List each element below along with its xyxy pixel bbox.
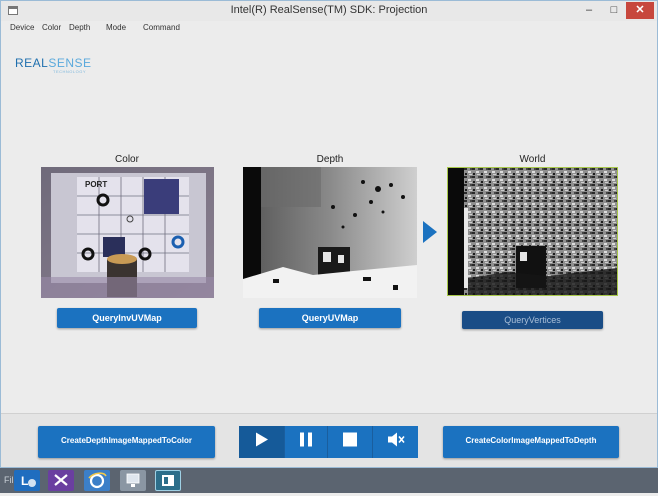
svg-text:L: L — [21, 474, 28, 488]
stop-button[interactable] — [328, 426, 372, 458]
playback-controls — [239, 426, 418, 458]
port-text: PORT — [85, 180, 107, 189]
menu-mode[interactable]: Mode — [106, 23, 126, 32]
network-icon[interactable] — [120, 470, 146, 491]
mute-icon — [387, 432, 405, 452]
logo-subtitle: TECHNOLOGY — [53, 69, 87, 74]
world-image — [447, 167, 618, 296]
realsense-logo: REALSENSE — [15, 56, 92, 70]
taskbar-label: Fil — [4, 475, 14, 485]
menu-bar: Device Color Depth Mode Command — [1, 21, 657, 35]
pause-icon — [299, 432, 313, 452]
create-color-mapped-to-depth-button[interactable]: CreateColorImageMappedToDepth — [443, 426, 619, 458]
menu-depth[interactable]: Depth — [69, 23, 90, 32]
play-icon — [255, 432, 269, 453]
depth-label: Depth — [316, 154, 344, 165]
depth-image — [243, 167, 417, 298]
mute-button[interactable] — [373, 426, 418, 458]
arrow-right-icon — [423, 221, 437, 243]
visual-studio-icon[interactable] — [48, 470, 74, 491]
internet-explorer-icon[interactable] — [84, 470, 110, 491]
query-vertices-button[interactable]: QueryVertices — [462, 311, 603, 329]
menu-command[interactable]: Command — [143, 23, 180, 32]
menu-device[interactable]: Device — [10, 23, 34, 32]
color-label: Color — [115, 154, 139, 165]
close-button[interactable]: ✕ — [626, 2, 654, 19]
minimize-button[interactable]: – — [577, 2, 601, 19]
projection-app-taskbar-icon[interactable] — [155, 470, 181, 491]
create-depth-mapped-to-color-button[interactable]: CreateDepthImageMappedToColor — [38, 426, 215, 458]
lync-icon[interactable]: L — [14, 470, 40, 491]
title-bar[interactable]: Intel(R) RealSense(TM) SDK: Projection –… — [1, 1, 657, 21]
app-window: Intel(R) RealSense(TM) SDK: Projection –… — [0, 0, 658, 468]
window-title: Intel(R) RealSense(TM) SDK: Projection — [230, 4, 428, 16]
pause-button[interactable] — [285, 426, 327, 458]
stop-icon — [343, 432, 357, 452]
menu-color[interactable]: Color — [42, 23, 61, 32]
maximize-button[interactable]: □ — [602, 2, 626, 19]
play-button[interactable] — [239, 426, 284, 458]
color-image: PORT — [41, 167, 214, 298]
query-uv-map-button[interactable]: QueryUVMap — [259, 308, 401, 328]
world-label: World — [519, 154, 546, 165]
query-inv-uv-map-button[interactable]: QueryInvUVMap — [57, 308, 197, 328]
